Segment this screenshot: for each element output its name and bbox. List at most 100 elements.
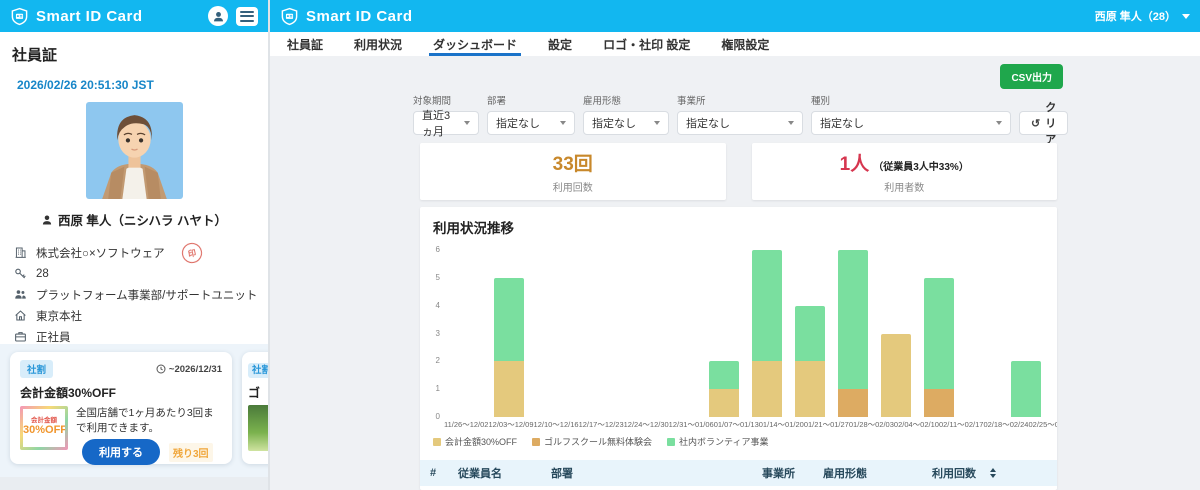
stacked-bar bbox=[795, 306, 825, 417]
x-tick-label: 02/11～02/17 bbox=[939, 419, 983, 430]
clear-filters-button[interactable]: ↺ クリア bbox=[1019, 111, 1068, 135]
stacked-bar bbox=[881, 334, 911, 418]
coupon-carousel[interactable]: 社割 ~2026/12/31 会計金額30%OFF 会計金額 30%OFF 全国… bbox=[0, 344, 268, 477]
legend-label: ゴルフスクール無料体験会 bbox=[544, 435, 652, 448]
coupon-title-partial: ゴ bbox=[248, 384, 268, 401]
main-header: Smart ID Card 西原 隼人（28） bbox=[270, 0, 1200, 32]
coupon-remaining-label: 残り3回 bbox=[169, 443, 213, 462]
usage-count-value: 33回 bbox=[553, 149, 593, 176]
chart-y-axis: 0123456 bbox=[428, 250, 444, 417]
user-count-label: 利用者数 bbox=[884, 179, 924, 194]
bar-slot bbox=[875, 250, 918, 417]
hamburger-menu-icon[interactable] bbox=[236, 7, 258, 26]
bar-segment bbox=[752, 250, 782, 361]
col-usage-count: 利用回数 bbox=[932, 465, 988, 481]
y-tick-label: 5 bbox=[436, 274, 440, 282]
coupon-image-discount: 30%OFF bbox=[23, 424, 65, 436]
bar-segment bbox=[795, 361, 825, 417]
info-row-department: プラットフォーム事業部/サポートユニット bbox=[14, 284, 268, 305]
info-row-company: 株式会社○×ソフトウェア 印 bbox=[14, 242, 268, 263]
filter-office: 事業所 指定なし bbox=[677, 93, 803, 135]
filter-employment-type: 雇用形態 指定なし bbox=[583, 93, 669, 135]
filter-label: 種別 bbox=[811, 93, 1011, 107]
user-name: 西原 隼人（28） bbox=[1095, 8, 1176, 24]
department: プラットフォーム事業部/サポートユニット bbox=[36, 287, 257, 303]
chart-x-axis: 11/26～12/0212/03～12/0912/10～12/1612/17～1… bbox=[444, 419, 1047, 430]
office-select[interactable]: 指定なし bbox=[677, 111, 803, 135]
coupon-card: 社割 ~2026/12/31 会計金額30%OFF 会計金額 30%OFF 全国… bbox=[10, 352, 232, 464]
key-icon bbox=[14, 267, 27, 280]
bar-segment bbox=[709, 389, 739, 417]
department-select[interactable]: 指定なし bbox=[487, 111, 575, 135]
tab-dashboard[interactable]: ダッシュボード bbox=[431, 32, 519, 56]
employee-name: 西原 隼人（ニシハラ ハヤト） bbox=[58, 210, 227, 229]
user-menu[interactable]: 西原 隼人（28） bbox=[1095, 8, 1190, 24]
brand: Smart ID Card bbox=[280, 7, 413, 26]
x-tick-label: 01/28～02/03 bbox=[849, 419, 894, 430]
x-tick-label: 01/21～01/27 bbox=[804, 419, 849, 430]
bar-segment bbox=[924, 389, 954, 417]
y-tick-label: 4 bbox=[436, 302, 440, 310]
filter-period: 対象期間 直近3ヵ月 bbox=[413, 93, 479, 135]
sidebar-footer bbox=[0, 477, 268, 490]
tab-permission-settings[interactable]: 権限設定 bbox=[719, 32, 771, 56]
coupon-image-text: 会計金額 bbox=[23, 414, 65, 424]
info-row-employee-no: 28 bbox=[14, 263, 268, 284]
employee-no: 28 bbox=[36, 268, 49, 280]
bar-slot bbox=[573, 250, 616, 417]
bar-segment bbox=[838, 250, 868, 389]
coupon-expiry: ~2026/12/31 bbox=[156, 364, 222, 375]
legend-swatch-icon bbox=[532, 438, 540, 446]
legend-label: 会計金額30%OFF bbox=[445, 435, 517, 448]
x-tick-label: 12/10～12/16 bbox=[534, 419, 579, 430]
coupon-description: 全国店舗で1ヶ月あたり3回まで利用できます。 bbox=[76, 406, 222, 435]
employee-table-header: # 従業員名 部署 事業所 雇用形態 利用回数 bbox=[420, 460, 1057, 486]
company-name: 株式会社○×ソフトウェア bbox=[36, 245, 165, 261]
filter-label: 事業所 bbox=[677, 93, 803, 107]
legend-label: 社内ボランティア事業 bbox=[679, 435, 768, 448]
bar-slot bbox=[444, 250, 487, 417]
user-circle-icon[interactable] bbox=[208, 6, 228, 26]
type-select[interactable]: 指定なし bbox=[811, 111, 1011, 135]
stat-card-user-count: 1人 （従業員3人中33%） 利用者数 bbox=[752, 143, 1058, 200]
filter-bar: 対象期間 直近3ヵ月 部署 指定なし 雇用形態 指定なし 事業所 指定なし 種別 bbox=[413, 93, 1063, 135]
filter-department: 部署 指定なし bbox=[487, 93, 575, 135]
timestamp: 2026/02/26 20:51:30 JST bbox=[17, 78, 268, 92]
bar-slot bbox=[961, 250, 1004, 417]
bar-segment bbox=[752, 361, 782, 417]
tab-employee-card[interactable]: 社員証 bbox=[285, 32, 325, 56]
use-coupon-button[interactable]: 利用する bbox=[82, 439, 160, 465]
bar-slot bbox=[746, 250, 789, 417]
period-select[interactable]: 直近3ヵ月 bbox=[413, 111, 479, 135]
x-tick-label: 01/07～01/13 bbox=[714, 419, 759, 430]
stacked-bar bbox=[1011, 361, 1041, 417]
x-tick-label: 11/26～12/02 bbox=[444, 419, 488, 430]
sort-icon[interactable] bbox=[990, 468, 996, 478]
clock-icon bbox=[156, 364, 166, 374]
bar-segment bbox=[838, 389, 868, 417]
x-tick-label: 02/25～02/28 bbox=[1028, 419, 1057, 430]
bar-slot bbox=[832, 250, 875, 417]
bar-segment bbox=[795, 306, 825, 362]
employment-type-select[interactable]: 指定なし bbox=[583, 111, 669, 135]
brand: Smart ID Card bbox=[10, 7, 143, 26]
usage-count-label: 利用回数 bbox=[553, 179, 593, 194]
nav-tabs: 社員証 利用状況 ダッシュボード 設定 ロゴ・社印 設定 権限設定 bbox=[270, 32, 1200, 56]
legend-item: 社内ボランティア事業 bbox=[667, 435, 768, 448]
app-title: Smart ID Card bbox=[36, 8, 143, 25]
building-icon bbox=[14, 246, 27, 259]
col-office: 事業所 bbox=[762, 465, 823, 481]
filter-label: 対象期間 bbox=[413, 93, 479, 107]
filter-label: 雇用形態 bbox=[583, 93, 669, 107]
stacked-bar bbox=[709, 361, 739, 417]
tab-logo-seal-settings[interactable]: ロゴ・社印 設定 bbox=[601, 32, 692, 56]
tab-settings[interactable]: 設定 bbox=[546, 32, 574, 56]
csv-export-button[interactable]: CSV出力 bbox=[1000, 64, 1063, 89]
shield-id-icon bbox=[280, 7, 299, 26]
sidebar-employee-card: Smart ID Card 社員証 2026/02/26 20:51:30 JS… bbox=[0, 0, 268, 490]
usage-trend-card: 利用状況推移 0123456 11/26～12/0212/03～12/0912/… bbox=[420, 207, 1057, 490]
legend-swatch-icon bbox=[433, 438, 441, 446]
bar-segment bbox=[881, 334, 911, 418]
filter-type: 種別 指定なし bbox=[811, 93, 1011, 135]
tab-usage[interactable]: 利用状況 bbox=[352, 32, 404, 56]
